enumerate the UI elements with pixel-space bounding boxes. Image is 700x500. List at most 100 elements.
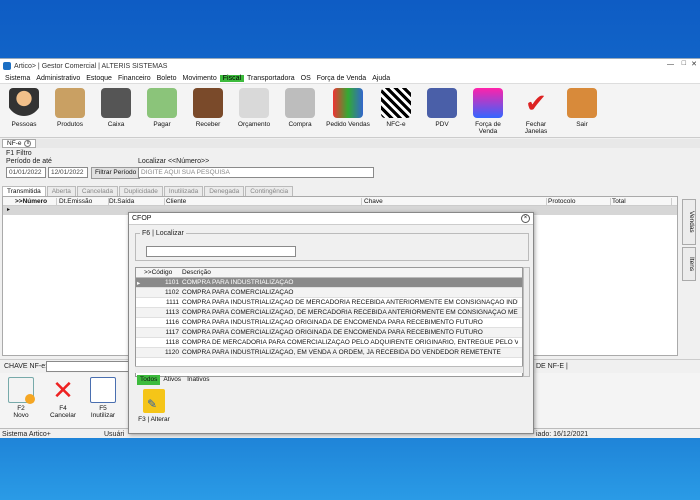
new-document-icon: [8, 377, 35, 404]
locate-group: F6 | Localizar: [135, 230, 529, 261]
tab-denegada[interactable]: Denegada: [204, 186, 245, 196]
table-row[interactable]: 1116 COMPRA PARA INDUSTRIALIZAÇÃO ORIGINA…: [136, 318, 522, 328]
clipboard-icon: [239, 88, 269, 118]
table-row[interactable]: 1102 COMPRA PARA COMERCIALIZAÇÃO: [136, 288, 522, 298]
toolbar-orcamento-button[interactable]: Orçamento: [232, 86, 276, 136]
horizontal-scrollbar[interactable]: [135, 366, 523, 373]
safe-icon: [101, 88, 131, 118]
tab-aberta[interactable]: Aberta: [46, 186, 76, 196]
toolbar-pessoas-button[interactable]: Pessoas: [2, 86, 46, 136]
toolbar-compra-button[interactable]: Compra: [278, 86, 322, 136]
column-descricao[interactable]: Descrição: [182, 269, 211, 276]
dialog-title: CFOP: [132, 215, 152, 222]
column-numero[interactable]: >>Número: [15, 198, 57, 206]
table-row[interactable]: 1120 COMPRA PARA INDUSTRIALIZAÇÃO, EM VEN…: [136, 348, 522, 358]
menu-bar: Sistema Administrativo Estoque Financeir…: [0, 73, 700, 84]
toolbar-caixa-button[interactable]: Caixa: [94, 86, 138, 136]
menu-financeiro[interactable]: Financeiro: [115, 75, 154, 82]
menu-estoque[interactable]: Estoque: [83, 75, 115, 82]
menu-ajuda[interactable]: Ajuda: [369, 75, 393, 82]
column-dt-emissao[interactable]: Dt.Emissão: [59, 198, 109, 206]
chart-icon: [333, 88, 363, 118]
table-row[interactable]: ▸ 1101 COMPRA PARA INDUSTRIALIZAÇÃO: [136, 278, 522, 288]
novo-button[interactable]: F2 Novo: [4, 375, 38, 419]
column-total[interactable]: Total: [612, 198, 672, 206]
table-row[interactable]: 1117 COMPRA PARA COMERCIALIZAÇÃO ORIGINAD…: [136, 328, 522, 338]
row-pointer-icon: ▸: [137, 280, 141, 287]
column-chave[interactable]: Chave: [364, 198, 547, 206]
column-dt-saida[interactable]: Dt.Saída: [109, 198, 165, 206]
vertical-scrollbar[interactable]: [523, 267, 530, 377]
menu-sistema[interactable]: Sistema: [2, 75, 33, 82]
wallet-icon: [193, 88, 223, 118]
edit-document-icon: ✎: [143, 389, 165, 413]
close-icon[interactable]: ✕: [691, 60, 697, 68]
menu-forca-de-venda[interactable]: Força de Venda: [314, 75, 369, 82]
toolbar-sair-button[interactable]: Sair: [560, 86, 604, 136]
cfop-grid[interactable]: >>Código Descrição ▸ 1101 COMPRA PARA INDU…: [135, 267, 523, 377]
side-tabs: Vendas Itens: [680, 199, 698, 329]
menu-movimento[interactable]: Movimento: [180, 75, 220, 82]
checkmark-icon: ✔: [525, 88, 547, 118]
chave-right-label: DE NF-E |: [536, 363, 568, 370]
person-icon: [9, 88, 39, 118]
maximize-icon[interactable]: □: [682, 60, 686, 67]
chave-label: CHAVE NF-e:: [4, 363, 48, 370]
cfop-search-input[interactable]: [146, 246, 296, 257]
checklist-icon: [90, 377, 116, 403]
menu-boleto[interactable]: Boleto: [154, 75, 180, 82]
inutilizar-button[interactable]: F5 Inutilizar: [86, 375, 120, 419]
tab-nfe[interactable]: NF-e x: [2, 139, 37, 148]
date-to-field[interactable]: 12/01/2022: [48, 167, 88, 178]
tab-itens[interactable]: Itens: [682, 247, 696, 281]
cart-icon: [285, 88, 315, 118]
toolbar-fechar-janelas-button[interactable]: ✔ Fechar Janelas: [514, 86, 558, 136]
status-user: Usuári: [104, 431, 125, 438]
menu-administrativo[interactable]: Administrativo: [33, 75, 83, 82]
cancelar-button[interactable]: ✕ F4 Cancelar: [46, 375, 80, 419]
tab-duplicidade[interactable]: Duplicidade: [118, 186, 163, 196]
cfop-grid-header: >>Código Descrição: [136, 268, 522, 278]
column-protocolo[interactable]: Protocolo: [548, 198, 611, 206]
status-date: iado: 16/12/2021: [536, 431, 589, 438]
tab-contingencia[interactable]: Contingência: [245, 186, 294, 196]
column-cliente[interactable]: Cliente: [166, 198, 362, 206]
chave-input[interactable]: [46, 361, 130, 372]
date-from-field[interactable]: 01/01/2022: [6, 167, 46, 178]
toolbar-nfce-button[interactable]: NFC-e: [374, 86, 418, 136]
menu-fiscal[interactable]: Fiscal: [219, 74, 245, 82]
cfop-filter-tabs: Todos Ativos Inativos: [137, 375, 212, 385]
tab-inutilizada[interactable]: Inutilizada: [163, 186, 204, 196]
table-row[interactable]: 1118 COMPRA DE MERCADORIA PARA COMERCIALI…: [136, 338, 522, 348]
toolbar-pagar-button[interactable]: Pagar: [140, 86, 184, 136]
menu-os[interactable]: OS: [298, 75, 314, 82]
grid-header: >>Número Dt.Emissão Dt.Saída Cliente Cha…: [3, 197, 677, 206]
toolbar-produtos-button[interactable]: Produtos: [48, 86, 92, 136]
window-title: Artico> | Gestor Comercial | ALTERIS SIS…: [14, 62, 168, 70]
period-label: Período de até: [6, 158, 52, 165]
desktop-background: [0, 438, 700, 500]
table-row[interactable]: 1113 COMPRA PARA COMERCIALIZAÇÃO, DE MERC…: [136, 308, 522, 318]
toolbar-pedido-vendas-button[interactable]: Pedido Vendas: [326, 86, 370, 136]
tab-todos[interactable]: Todos: [137, 375, 161, 385]
close-icon[interactable]: ×: [521, 214, 530, 223]
search-input[interactable]: DIGITE AQUI SUA PESQUISA: [138, 167, 374, 178]
tab-ativos[interactable]: Ativos: [160, 375, 184, 385]
exit-door-icon: [567, 88, 597, 118]
money-hand-icon: [147, 88, 177, 118]
tab-transmitida[interactable]: Transmitida: [2, 186, 46, 196]
column-codigo[interactable]: >>Código: [144, 269, 172, 276]
filter-period-button[interactable]: Filtrar Período: [91, 167, 141, 179]
minimize-icon[interactable]: —: [667, 61, 674, 68]
toolbar-forca-de-venda-button[interactable]: Força de Venda: [466, 86, 510, 136]
alterar-button[interactable]: ✎ F3 | Alterar: [137, 387, 171, 423]
menu-transportadora[interactable]: Transportadora: [244, 75, 298, 82]
tab-cancelada[interactable]: Cancelada: [76, 186, 118, 196]
tab-inativos[interactable]: Inativos: [184, 375, 212, 385]
toolbar-receber-button[interactable]: Receber: [186, 86, 230, 136]
tab-vendas[interactable]: Vendas: [682, 199, 696, 245]
tab-close-icon[interactable]: x: [24, 140, 32, 147]
table-row[interactable]: 1111 COMPRA PARA INDUSTRIALIZAÇÃO DE MERC…: [136, 298, 522, 308]
row-pointer-icon: ▸: [7, 207, 11, 213]
toolbar-pdv-button[interactable]: PDV: [420, 86, 464, 136]
